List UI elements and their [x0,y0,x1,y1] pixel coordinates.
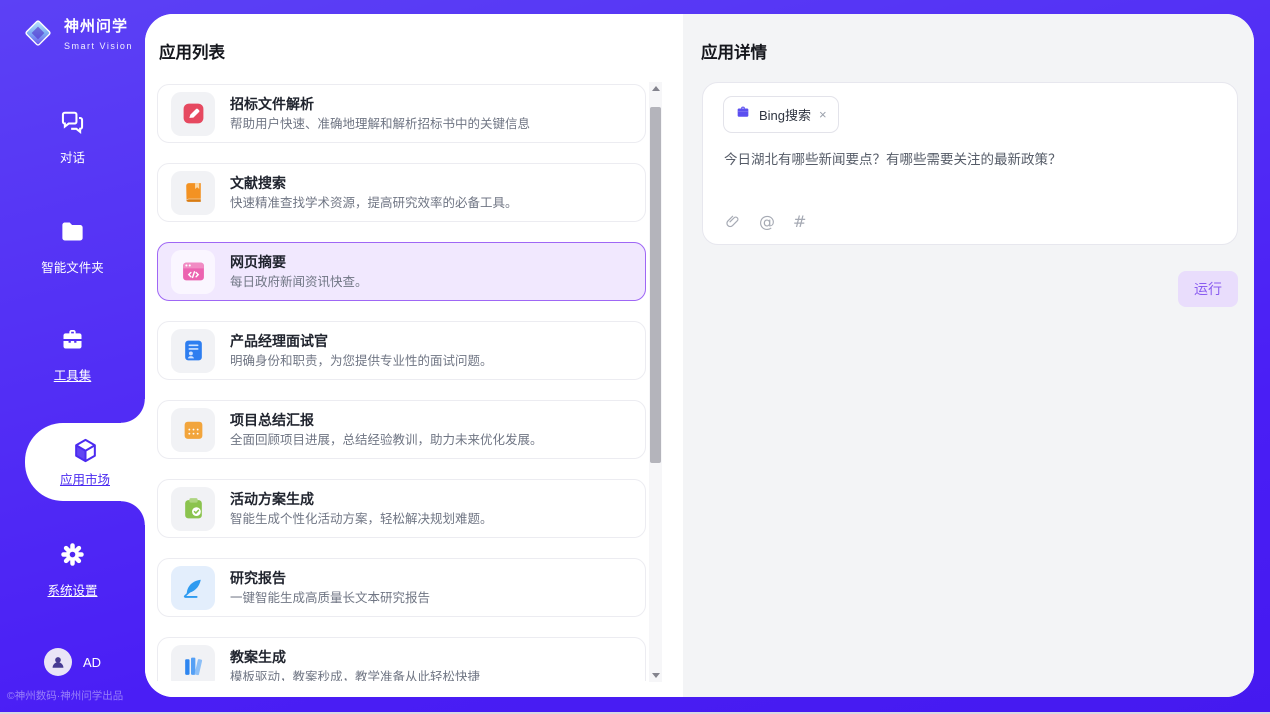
interview-icon [171,329,215,373]
app-name: 产品经理面试官 [230,334,493,348]
tool-chip-label: Bing搜索 [759,105,811,124]
app-card-literature-search[interactable]: 文献搜索快速精准查找学术资源，提高研究效率的必备工具。 [157,163,646,222]
sidebar-item-label: 系统设置 [0,580,145,599]
sidebar-item-label: 工具集 [0,365,145,384]
brand-logo: 神州问学 Smart Vision [20,15,145,56]
clipboard-check-icon [171,487,215,531]
app-name: 文献搜索 [230,176,518,190]
quill-icon [171,566,215,610]
user-row[interactable]: AD [0,648,145,676]
doc-edit-icon [171,92,215,136]
app-description: 明确身份和职责，为您提供专业性的面试问题。 [230,355,493,368]
sidebar-item-smart-folders[interactable]: 智能文件夹 [0,218,145,276]
app-card-lesson-plan[interactable]: 教案生成模板驱动，教案秒成，教学准备从此轻松快捷 [157,637,646,681]
brand-name: 神州问学 [64,18,128,35]
main-content: 应用列表 招标文件解析帮助用户快速、准确地理解和解析招标书中的关键信息文献搜索快… [145,14,1254,697]
app-description: 模板驱动，教案秒成，教学准备从此轻松快捷 [230,671,480,681]
scroll-up-arrow-icon[interactable] [649,82,662,95]
web-code-icon [171,250,215,294]
gem-logo-icon [20,15,56,56]
scrollbar[interactable] [649,82,662,682]
app-list-title: 应用列表 [159,39,225,63]
app-list-panel: 应用列表 招标文件解析帮助用户快速、准确地理解和解析招标书中的关键信息文献搜索快… [145,14,683,697]
chat-icon [59,108,86,135]
close-icon[interactable]: × [819,108,827,121]
app-name: 招标文件解析 [230,97,530,111]
run-button[interactable]: 运行 [1178,271,1238,307]
sidebar: 神州问学 Smart Vision 对话智能文件夹工具集应用市场系统设置 AD … [0,0,145,714]
app-description: 每日政府新闻资讯快查。 [230,276,368,289]
prompt-input[interactable]: 今日湖北有哪些新闻要点？有哪些需要关注的最新政策？ [724,150,1217,170]
paperclip-icon[interactable] [724,213,741,230]
sidebar-item-label: 对话 [0,147,145,166]
memo-icon [171,408,215,452]
sidebar-item-chat[interactable]: 对话 [0,108,145,166]
toolbox-icon [59,326,86,353]
app-name: 研究报告 [230,571,430,585]
sidebar-item-app-market[interactable]: 应用市场 [25,423,145,501]
tool-chip-bing-search[interactable]: Bing搜索 × [723,96,839,133]
app-description: 智能生成个性化活动方案，轻松解决规划难题。 [230,513,493,526]
hash-icon[interactable]: # [793,214,806,230]
cube-icon [72,437,99,464]
app-card-research-report[interactable]: 研究报告一键智能生成高质量长文本研究报告 [157,558,646,617]
app-description: 快速精准查找学术资源，提高研究效率的必备工具。 [230,197,518,210]
briefcase-icon [735,104,751,125]
scroll-down-arrow-icon[interactable] [649,669,662,682]
app-card-bid-analysis[interactable]: 招标文件解析帮助用户快速、准确地理解和解析招标书中的关键信息 [157,84,646,143]
app-card-event-plan[interactable]: 活动方案生成智能生成个性化活动方案，轻松解决规划难题。 [157,479,646,538]
app-card-project-summary[interactable]: 项目总结汇报全面回顾项目进展，总结经验教训，助力未来优化发展。 [157,400,646,459]
app-name: 教案生成 [230,650,480,664]
avatar[interactable] [44,648,72,676]
scrollbar-thumb[interactable] [650,107,661,463]
user-initials: AD [83,655,101,670]
prompt-card: Bing搜索 × 今日湖北有哪些新闻要点？有哪些需要关注的最新政策？ @ # [702,82,1238,245]
book-icon [171,171,215,215]
app-name: 网页摘要 [230,255,368,269]
sidebar-item-label: 应用市场 [60,469,110,488]
app-name: 项目总结汇报 [230,413,543,427]
sidebar-item-label: 智能文件夹 [0,257,145,276]
app-list: 招标文件解析帮助用户快速、准确地理解和解析招标书中的关键信息文献搜索快速精准查找… [157,84,646,681]
folder-icon [59,218,86,245]
app-detail-title: 应用详情 [701,39,767,63]
sidebar-item-system-settings[interactable]: 系统设置 [0,541,145,599]
gear-icon [59,541,86,568]
books-icon [171,645,215,682]
at-icon[interactable]: @ [759,214,775,230]
app-description: 一键智能生成高质量长文本研究报告 [230,592,430,605]
app-name: 活动方案生成 [230,492,493,506]
copyright-text: ©神州数码·神州问学出品 [7,688,145,703]
brand-subtitle: Smart Vision [64,41,133,51]
app-card-pm-interviewer[interactable]: 产品经理面试官明确身份和职责，为您提供专业性的面试问题。 [157,321,646,380]
app-detail-panel: 应用详情 Bing搜索 × 今日湖北有哪些新闻要点？有哪些需要关注的最新政策？ … [683,14,1254,697]
app-card-web-summary[interactable]: 网页摘要每日政府新闻资讯快查。 [157,242,646,301]
app-description: 全面回顾项目进展，总结经验教训，助力未来优化发展。 [230,434,543,447]
sidebar-item-toolkit[interactable]: 工具集 [0,326,145,384]
app-description: 帮助用户快速、准确地理解和解析招标书中的关键信息 [230,118,530,131]
prompt-toolbar: @ # [724,213,806,230]
